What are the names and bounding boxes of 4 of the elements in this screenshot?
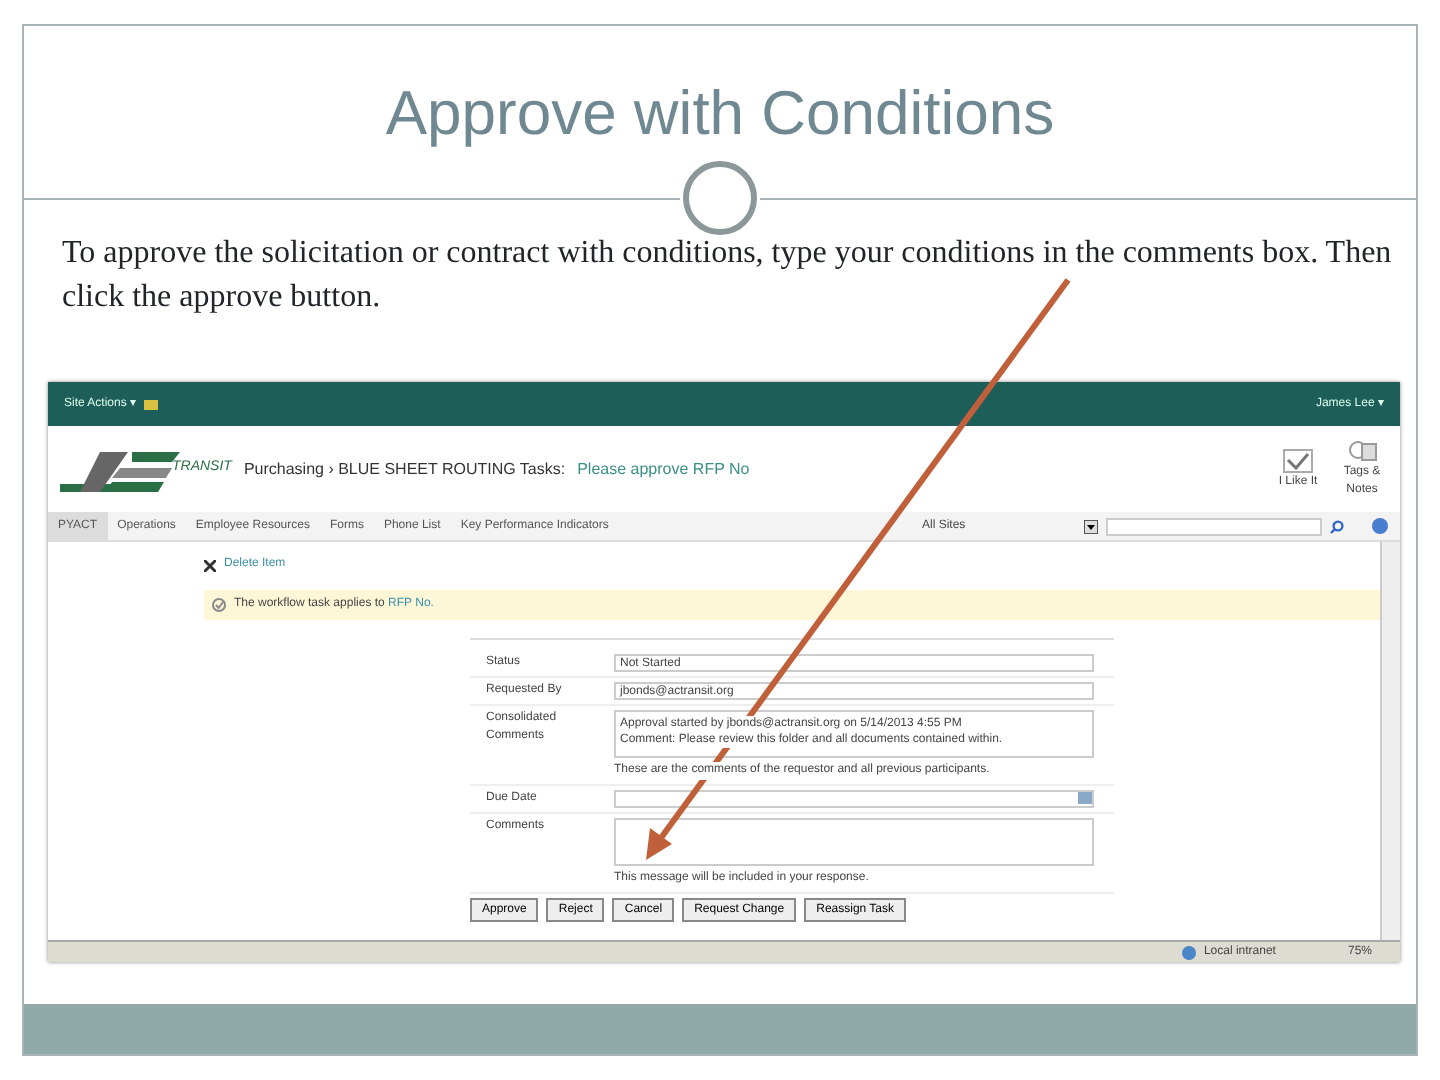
page-title: Please approve RFP No bbox=[577, 457, 750, 481]
body-text: To approve the solicitation or contract with conditions, type your conditions in the comments box. Then click the approve button. bbox=[62, 236, 1392, 314]
slide-title: Approve with Conditions bbox=[385, 75, 1055, 151]
breadcrumb: Purchasing › BLUE SHEET ROUTING Tasks: bbox=[243, 457, 566, 481]
